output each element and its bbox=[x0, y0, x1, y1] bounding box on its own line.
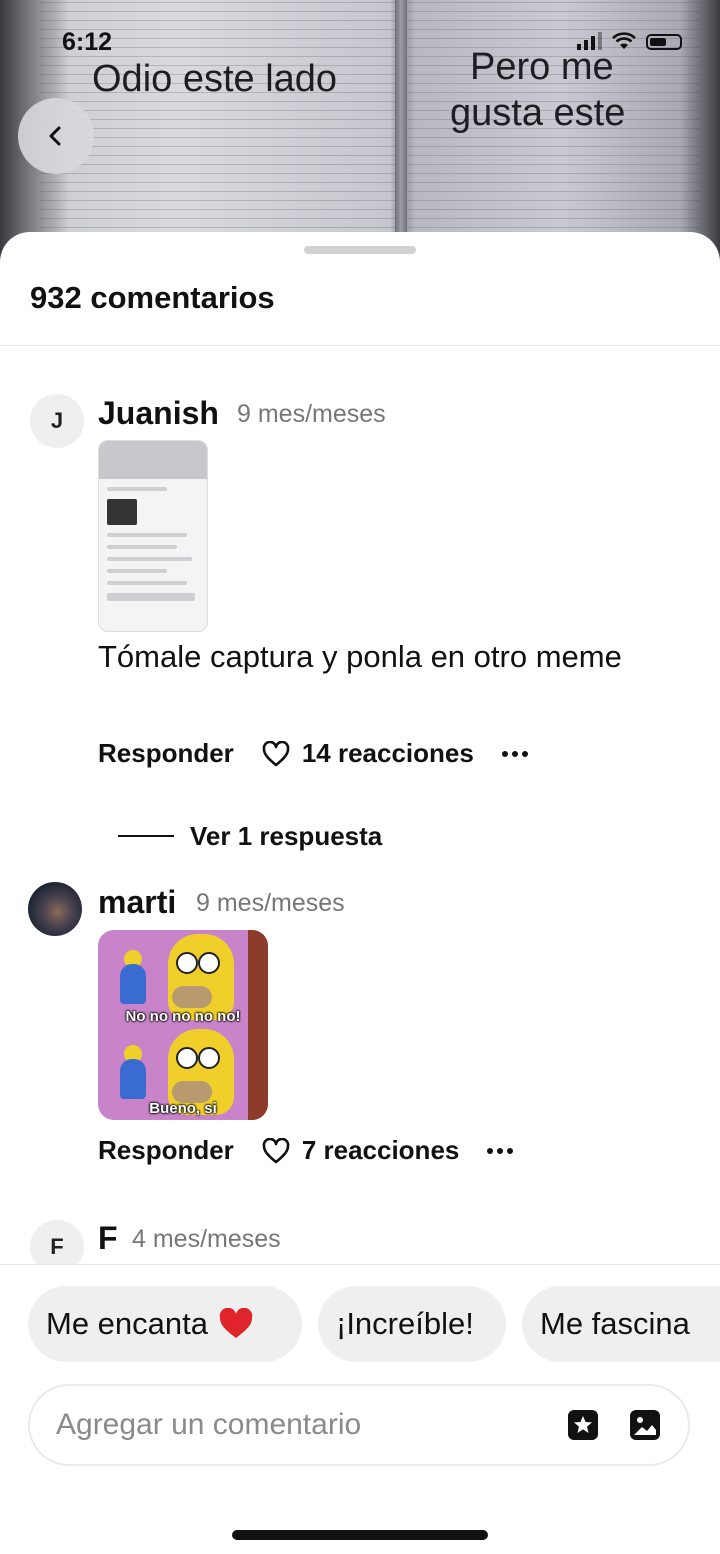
reply-button[interactable]: Responder bbox=[98, 738, 234, 769]
image-right-text-line2: gusta este bbox=[450, 92, 626, 134]
meme-caption-bottom: Bueno, si bbox=[149, 1100, 217, 1117]
avatar-juanish[interactable]: J bbox=[30, 394, 84, 448]
red-heart-icon bbox=[219, 1308, 253, 1338]
image-upload-icon[interactable] bbox=[628, 1408, 662, 1442]
comment-input[interactable] bbox=[56, 1386, 536, 1464]
comment-time: 9 mes/meses bbox=[237, 400, 386, 428]
sticker-icon[interactable] bbox=[566, 1408, 600, 1442]
back-button[interactable] bbox=[18, 98, 94, 174]
replies-line bbox=[118, 835, 174, 837]
like-button[interactable]: 7 reacciones bbox=[262, 1135, 460, 1166]
reaction-count: 7 reacciones bbox=[301, 1135, 460, 1165]
more-options-button[interactable] bbox=[501, 750, 528, 757]
status-icons bbox=[577, 32, 682, 50]
header-divider bbox=[0, 345, 720, 346]
comment-actions: Responder 14 reacciones bbox=[98, 738, 528, 769]
signal-icon bbox=[577, 32, 602, 50]
wifi-icon bbox=[612, 32, 636, 49]
image-right-text-line1: Pero me bbox=[470, 46, 614, 88]
comment-username[interactable]: Juanish bbox=[98, 395, 219, 432]
battery-icon bbox=[646, 34, 682, 50]
heart-icon bbox=[262, 740, 290, 766]
comment-text: Tómale captura y ponla en otro meme bbox=[98, 639, 622, 674]
view-replies-link[interactable]: Ver 1 respuesta bbox=[190, 821, 382, 852]
comment-actions: Responder 7 reacciones bbox=[98, 1135, 514, 1166]
comments-sheet: 932 comentarios J Juanish 9 mes/meses Tó… bbox=[0, 232, 720, 1554]
composer-divider bbox=[0, 1264, 720, 1265]
quick-reaction-me-encanta[interactable]: Me encanta bbox=[28, 1286, 302, 1362]
status-time: 6:12 bbox=[62, 28, 113, 56]
avatar-marti[interactable] bbox=[28, 882, 82, 936]
chip-label: Me fascina bbox=[540, 1306, 690, 1341]
comment-username[interactable]: marti bbox=[98, 884, 176, 921]
reply-button[interactable]: Responder bbox=[98, 1135, 234, 1166]
chevron-left-icon bbox=[49, 126, 61, 146]
meme-caption-top: No no no no no! bbox=[125, 1008, 241, 1025]
like-button[interactable]: 14 reacciones bbox=[262, 738, 474, 769]
reaction-count: 14 reacciones bbox=[301, 738, 474, 768]
chip-label: ¡Increíble! bbox=[336, 1306, 474, 1341]
quick-reaction-increible[interactable]: ¡Increíble! bbox=[318, 1286, 506, 1362]
home-indicator bbox=[232, 1530, 488, 1540]
comment-box bbox=[28, 1384, 690, 1466]
comment-image-screenshot[interactable] bbox=[98, 440, 208, 632]
comment-username[interactable]: F bbox=[98, 1220, 118, 1257]
comment-time: 9 mes/meses bbox=[196, 889, 345, 917]
heart-icon bbox=[262, 1137, 290, 1163]
chip-label: Me encanta bbox=[46, 1306, 208, 1341]
comment-time: 4 mes/meses bbox=[132, 1225, 281, 1253]
comment-image-meme[interactable]: No no no no no! Bueno, si bbox=[98, 930, 268, 1120]
comments-count-title: 932 comentarios bbox=[30, 280, 275, 315]
sheet-drag-handle[interactable] bbox=[304, 246, 416, 254]
image-left-text: Odio este lado bbox=[92, 58, 338, 100]
app-screen: Odio este lado Pero me gusta este 6:12 9… bbox=[0, 0, 720, 1554]
quick-reaction-me-fascina[interactable]: Me fascina bbox=[522, 1286, 720, 1362]
more-options-button[interactable] bbox=[487, 1147, 514, 1154]
